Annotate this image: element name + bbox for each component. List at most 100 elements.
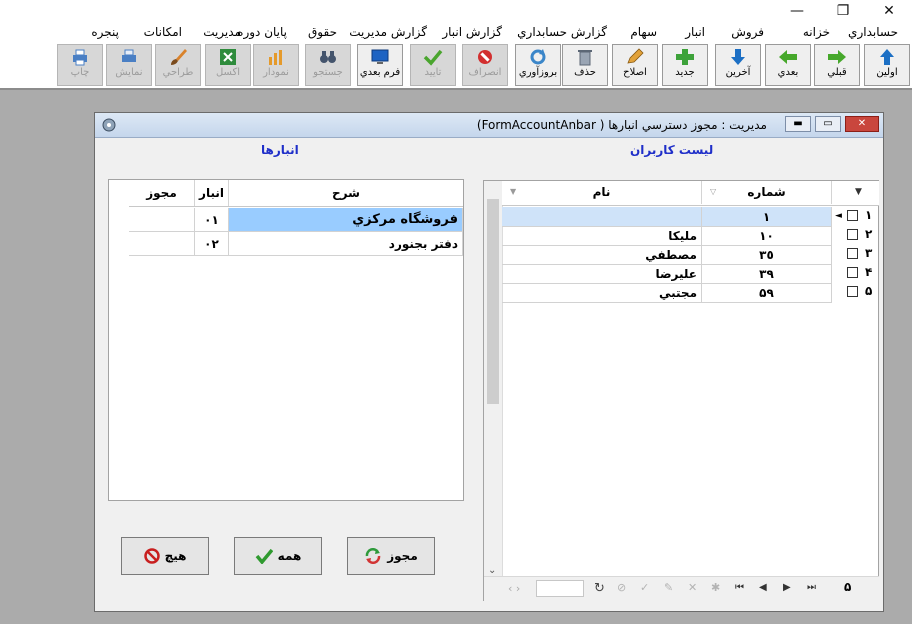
row-checkbox[interactable]	[847, 286, 858, 297]
menu-management-report[interactable]: گزارش مديريت	[349, 25, 427, 39]
close-button[interactable]: ✕	[866, 0, 912, 22]
restore-button[interactable]: ❐	[820, 0, 866, 22]
none-button[interactable]: هيچ	[121, 537, 209, 575]
pencil-icon	[627, 48, 644, 64]
cell-permit	[129, 232, 195, 256]
navigator-search-field[interactable]	[536, 580, 584, 597]
scroll-down-icon[interactable]: ⌄	[488, 565, 496, 576]
new-button[interactable]: جديد	[662, 44, 708, 86]
monitor-icon	[371, 49, 389, 64]
form-close-button[interactable]: ✕	[845, 116, 879, 132]
nav-delete-icon[interactable]: ✕	[688, 581, 697, 594]
cell-store: ٠٢	[195, 232, 229, 256]
record-count: ۵	[844, 580, 852, 594]
cell-number: ۵٩	[702, 283, 832, 303]
preview-button[interactable]: نمايش	[106, 44, 152, 86]
menu-bar: حسابداري خزانه فروش انبار سهام گزارش حسا…	[0, 22, 912, 42]
cell-number: ٣٥	[702, 245, 832, 265]
nav-insert-icon[interactable]: ✱	[711, 581, 720, 594]
prev-button[interactable]: قبلي	[814, 44, 860, 86]
table-row[interactable]: ٠٢ دفتر بجنورد	[129, 232, 463, 256]
users-scrollbar[interactable]: ⌄	[484, 181, 503, 576]
chart-button[interactable]: نمودار	[253, 44, 299, 86]
next-form-button[interactable]: فرم بعدي	[357, 44, 403, 86]
column-store[interactable]: انبار	[195, 180, 229, 206]
menu-accounting[interactable]: حسابداري	[848, 25, 898, 39]
permit-button[interactable]: مجوز	[347, 537, 435, 575]
nav-last-icon[interactable]: ⏭	[807, 582, 816, 593]
no-entry-icon	[478, 50, 492, 64]
arrow-down-icon	[731, 49, 745, 65]
cancel-button[interactable]: انصراف	[462, 44, 508, 86]
print-preview-icon	[122, 49, 136, 62]
nav-first-icon[interactable]: ⏮	[735, 582, 744, 593]
form-minimize-button[interactable]: ▬	[785, 116, 811, 132]
no-entry-icon	[143, 548, 160, 564]
table-row[interactable]: مصطفي ٣٥ ٣	[502, 245, 879, 265]
table-row[interactable]: مليكا ١٠ ٢	[502, 226, 879, 246]
menu-payroll[interactable]: حقوق	[308, 25, 337, 39]
last-button[interactable]: آخرين	[715, 44, 761, 86]
none-button-label: هيچ	[164, 549, 187, 563]
check-icon	[423, 49, 443, 66]
menu-warehouse[interactable]: انبار	[685, 25, 705, 39]
minimize-button[interactable]: —	[774, 0, 820, 22]
brush-icon	[171, 49, 187, 65]
users-list-header: ليست كاربران	[630, 143, 714, 157]
all-button[interactable]: همه	[234, 537, 322, 575]
menu-warehouse-report[interactable]: گزارش انبار	[442, 25, 502, 39]
arrow-right-icon	[828, 50, 846, 64]
row-checkbox[interactable]	[847, 267, 858, 278]
filter-name-icon[interactable]: ▼	[510, 187, 516, 196]
form-restore-button[interactable]: ▭	[815, 116, 841, 132]
column-name[interactable]: نام	[502, 181, 702, 204]
form-title-bar: مديريت : مجوز دسترسي انبارها ( FormAccou…	[95, 113, 883, 138]
column-chooser-icon[interactable]: ▼	[855, 187, 862, 197]
cell-name	[502, 207, 702, 227]
nav-prev-icon[interactable]: ◀	[759, 582, 767, 593]
menu-sales[interactable]: فروش	[731, 25, 764, 39]
column-description[interactable]: شرح	[229, 180, 463, 206]
stores-grid: مجوز انبار شرح ٠١ فروشگاه مركزي ٠٢ دفتر …	[108, 179, 464, 501]
row-checkbox[interactable]	[847, 248, 858, 259]
excel-button[interactable]: اكسل	[205, 44, 251, 86]
next-button[interactable]: بعدي	[765, 44, 811, 86]
menu-management[interactable]: مديريت	[203, 25, 241, 39]
users-grid-body: ١ ◄ ١ مليكا ١٠ ٢ مصطفي ٣٥ ٣ عليرضا ٣٩ ۴ …	[502, 207, 879, 307]
row-number: ۴	[865, 265, 873, 279]
table-row[interactable]: عليرضا ٣٩ ۴	[502, 264, 879, 284]
all-button-label: همه	[277, 549, 302, 563]
print-button[interactable]: چاپ	[57, 44, 103, 86]
users-grid: ⌄ نام ▼ شماره ▽ ▼ ١ ◄ ١ مليكا ١٠ ٢ مصطفي…	[483, 180, 879, 601]
nav-cancel-icon[interactable]: ⊘	[617, 581, 626, 594]
row-checkbox[interactable]	[847, 210, 858, 221]
menu-accounting-report[interactable]: گزارش حسابداري	[517, 25, 607, 39]
confirm-button[interactable]: تاييد	[410, 44, 456, 86]
trash-icon	[578, 50, 592, 66]
menu-treasury[interactable]: خزانه	[803, 25, 830, 39]
first-button[interactable]: اولين	[864, 44, 910, 86]
design-button[interactable]: طراحي	[155, 44, 201, 86]
row-checkbox[interactable]	[847, 229, 858, 240]
menu-facilities[interactable]: امكانات	[144, 25, 182, 39]
scroll-left-icon[interactable]: ‹ ›	[508, 582, 520, 595]
edit-button[interactable]: اصلاح	[612, 44, 658, 86]
nav-post-icon[interactable]: ✓	[640, 581, 649, 594]
column-permit[interactable]: مجوز	[129, 180, 195, 206]
delete-button[interactable]: حذف	[562, 44, 608, 86]
menu-shares[interactable]: سهام	[630, 25, 657, 39]
filter-number-icon[interactable]: ▽	[710, 187, 716, 196]
window-controls: — ❐ ✕	[774, 0, 912, 22]
scrollbar-thumb[interactable]	[487, 199, 499, 404]
table-row[interactable]: مجتبي ۵٩ ۵	[502, 283, 879, 303]
table-row[interactable]: ٠١ فروشگاه مركزي	[129, 208, 463, 232]
nav-edit-icon[interactable]: ✎	[664, 581, 673, 594]
refresh-button[interactable]: بروزآوري	[515, 44, 561, 86]
nav-refresh-icon[interactable]: ↻	[594, 581, 605, 596]
menu-period-end[interactable]: پايان دوره	[237, 25, 287, 39]
nav-next-icon[interactable]: ▶	[783, 582, 791, 593]
table-row[interactable]: ١ ◄ ١	[502, 207, 879, 227]
column-number[interactable]: شماره	[702, 181, 832, 204]
search-button[interactable]: جستجو	[305, 44, 351, 86]
menu-window[interactable]: پنجره	[91, 25, 119, 39]
